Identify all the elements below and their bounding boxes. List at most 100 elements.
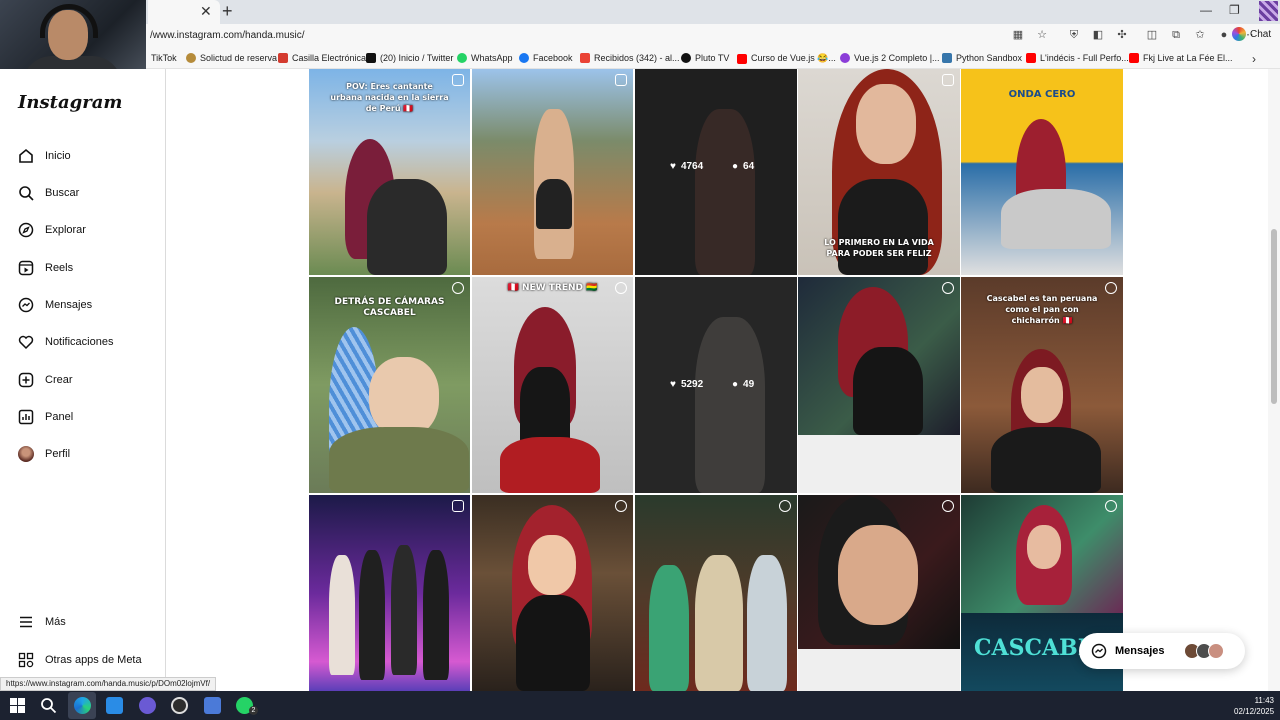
bookmark-python[interactable]: Python Sandbox bbox=[942, 53, 1022, 63]
app-icon[interactable] bbox=[204, 697, 221, 714]
status-bar-url: https://www.instagram.com/handa.music/p/… bbox=[0, 677, 217, 691]
post-caption: DETRÁS DE CÁMARAS CASCABEL bbox=[334, 297, 445, 318]
post-tile[interactable]: DETRÁS DE CÁMARAS CASCABEL bbox=[309, 277, 470, 493]
carousel-icon bbox=[615, 74, 627, 86]
post-subject bbox=[423, 550, 449, 680]
bookmarks-more-icon[interactable]: › bbox=[1252, 52, 1256, 66]
minimize-icon[interactable]: — bbox=[1200, 3, 1212, 17]
post-tile[interactable] bbox=[798, 495, 960, 649]
scrollbar-thumb[interactable] bbox=[1271, 229, 1277, 404]
menu-icon bbox=[20, 616, 32, 628]
nav-reels[interactable]: Reels bbox=[18, 260, 73, 276]
post-tile[interactable]: ONDA CERO bbox=[961, 69, 1123, 275]
post-tile[interactable]: Cascabel es tan peruana como el pan con … bbox=[961, 277, 1123, 493]
extension-icon[interactable]: ◧ bbox=[1090, 27, 1106, 43]
post-caption: 🇵🇪 NEW TREND 🇧🇴 bbox=[507, 283, 598, 293]
extension-shield-icon[interactable]: ⛨ bbox=[1066, 27, 1082, 43]
bookmark-twitter[interactable]: (20) Inicio / Twitter bbox=[366, 53, 453, 63]
user-profile-icon[interactable]: ● bbox=[1216, 27, 1232, 43]
bookmark-reserva[interactable]: Solictud de reserva bbox=[186, 53, 277, 63]
nav-crear[interactable]: Crear bbox=[18, 372, 73, 388]
instagram-logo[interactable]: Instagram bbox=[18, 92, 122, 113]
post-tile[interactable] bbox=[309, 495, 470, 691]
likes-count: ♥ 4764 bbox=[670, 161, 703, 172]
post-tile[interactable] bbox=[472, 69, 633, 275]
page-scrollbar[interactable] bbox=[1268, 69, 1280, 691]
post-tile[interactable] bbox=[961, 495, 1123, 613]
windows-start-icon[interactable] bbox=[9, 697, 26, 714]
favorite-star-icon[interactable]: ☆ bbox=[1034, 27, 1050, 43]
nav-perfil[interactable]: Perfil bbox=[18, 446, 70, 462]
post-tile[interactable]: POV: Eres cantante urbana nacida en la s… bbox=[309, 69, 470, 275]
favorites-bar-icon[interactable]: ✩ bbox=[1192, 27, 1208, 43]
bookmark-label: Facebook bbox=[533, 53, 573, 63]
split-screen-icon[interactable]: ◫ bbox=[1144, 27, 1160, 43]
bookmark-vue2[interactable]: Vue.js 2 Completo |... bbox=[840, 53, 940, 63]
post-caption: Cascabel es tan peruana como el pan con … bbox=[986, 294, 1098, 325]
nav-label: Crear bbox=[45, 374, 73, 386]
post-subject bbox=[856, 84, 916, 164]
nav-mas[interactable]: Más bbox=[18, 614, 66, 630]
post-tile[interactable] bbox=[798, 277, 960, 435]
post-tile[interactable] bbox=[635, 495, 797, 691]
restore-icon[interactable]: ❐ bbox=[1229, 3, 1240, 17]
facebook-icon bbox=[519, 53, 529, 63]
search-icon[interactable] bbox=[40, 697, 57, 714]
toolbar-icons: ▦ ☆ ⛨ ◧ ✣ ◫ ⧉ ✩ ● ⋯ bbox=[1010, 27, 1256, 43]
nav-label: Notificaciones bbox=[45, 336, 114, 348]
post-subject bbox=[747, 555, 787, 691]
post-subject bbox=[359, 550, 385, 680]
vscode-icon[interactable] bbox=[106, 697, 123, 714]
edge-browser-icon[interactable] bbox=[74, 697, 91, 714]
nav-buscar[interactable]: Buscar bbox=[18, 185, 79, 201]
post-tile[interactable] bbox=[472, 495, 633, 691]
puzzle-icon[interactable]: ✣ bbox=[1114, 27, 1130, 43]
post-tile-hover[interactable]: ♥ 5292 ● 49 bbox=[635, 277, 797, 493]
nav-label: Otras apps de Meta bbox=[45, 654, 142, 666]
bookmark-fkj[interactable]: Fkj Live at La Fée El... bbox=[1129, 53, 1233, 63]
nav-mensajes[interactable]: Mensajes bbox=[18, 297, 92, 313]
post-tile[interactable]: LO PRIMERO EN LA VIDA PARA PODER SER FEL… bbox=[798, 69, 960, 275]
clock-date: 02/12/2025 bbox=[1234, 707, 1275, 716]
bookmark-facebook[interactable]: Facebook bbox=[519, 53, 573, 63]
nav-meta-apps[interactable]: Otras apps de Meta bbox=[18, 652, 142, 668]
new-tab-icon[interactable]: + bbox=[222, 1, 233, 22]
bookmark-lindecis[interactable]: L'indécis - Full Perfo... bbox=[1026, 53, 1129, 63]
youtube-icon bbox=[1129, 53, 1139, 63]
dashboard-icon bbox=[18, 409, 34, 425]
nav-explorar[interactable]: Explorar bbox=[18, 222, 86, 238]
post-tile-hover[interactable]: ♥ 4764 ● 64 bbox=[635, 69, 797, 275]
copilot-chat-button[interactable]: Chat bbox=[1232, 27, 1271, 41]
address-bar[interactable]: /www.instagram.com/handa.music/ bbox=[150, 30, 305, 41]
gmail-icon bbox=[580, 53, 590, 63]
bookmark-vue-course[interactable]: Curso de Vue.js 😂... bbox=[737, 53, 836, 64]
bookmark-whatsapp[interactable]: WhatsApp bbox=[457, 53, 513, 63]
carousel-icon bbox=[452, 500, 464, 512]
app-view-icon[interactable]: ▦ bbox=[1010, 27, 1026, 43]
app-icon[interactable] bbox=[139, 697, 156, 714]
post-tile[interactable]: 🇵🇪 NEW TREND 🇧🇴 bbox=[472, 277, 633, 493]
post-subject bbox=[695, 317, 765, 493]
bookmark-label: Pluto TV bbox=[695, 53, 730, 63]
nav-panel[interactable]: Panel bbox=[18, 409, 73, 425]
bookmark-gmail[interactable]: Recibidos (342) - al... bbox=[580, 53, 680, 63]
heart-filled-icon: ♥ bbox=[670, 161, 676, 172]
search-icon bbox=[19, 186, 34, 201]
bookmark-tiktok[interactable]: TikTok bbox=[151, 53, 177, 63]
post-subject bbox=[838, 179, 928, 275]
post-subject bbox=[528, 535, 576, 595]
bookmark-label: Solictud de reserva bbox=[200, 53, 278, 63]
bookmark-pluto[interactable]: Pluto TV bbox=[681, 53, 729, 63]
nav-inicio[interactable]: Inicio bbox=[18, 148, 71, 164]
taskbar-clock[interactable]: 11:43 02/12/2025 bbox=[1234, 695, 1274, 717]
bookmark-label: TikTok bbox=[151, 53, 177, 63]
comment-bubble-icon: ● bbox=[732, 161, 739, 172]
collections-icon[interactable]: ⧉ bbox=[1168, 27, 1184, 43]
obs-icon[interactable] bbox=[171, 697, 188, 714]
nav-notificaciones[interactable]: Notificaciones bbox=[18, 334, 113, 350]
tab-close-icon[interactable]: ✕ bbox=[200, 3, 212, 20]
post-subject bbox=[853, 347, 923, 435]
messages-floating-button[interactable]: Mensajes bbox=[1079, 633, 1245, 669]
profile-corner-icon[interactable] bbox=[1259, 1, 1278, 21]
bookmark-casilla[interactable]: Casilla Electrónica bbox=[278, 53, 366, 63]
